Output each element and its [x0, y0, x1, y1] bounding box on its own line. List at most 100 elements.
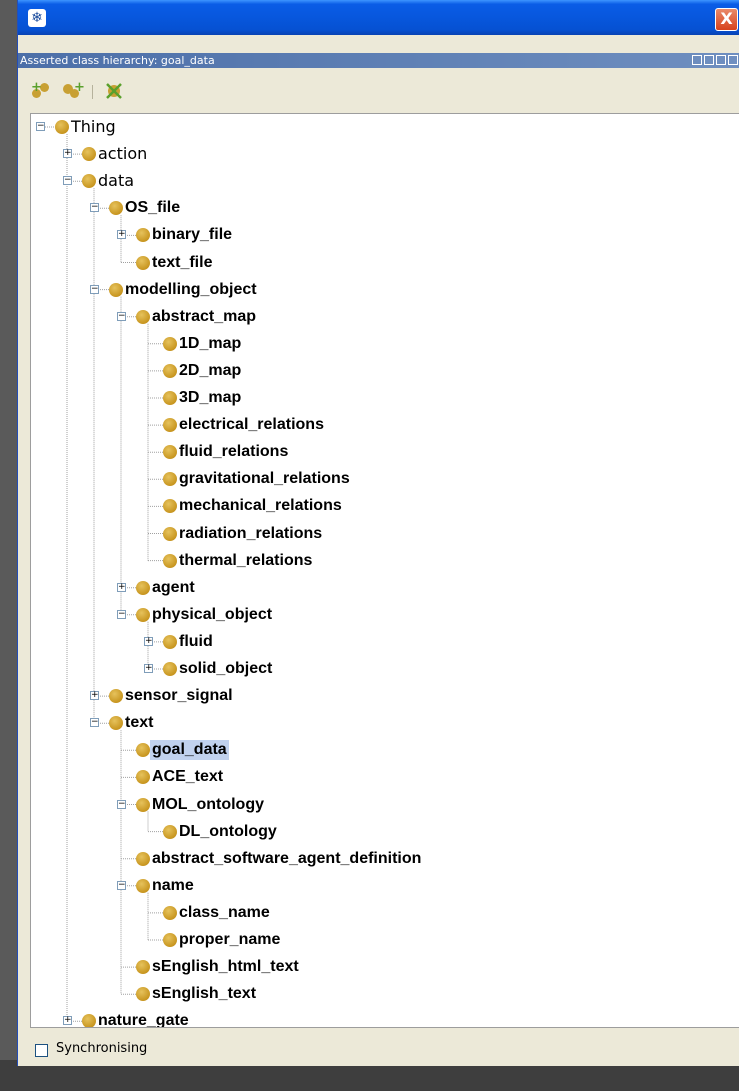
tree-node[interactable]: ACE_text	[31, 766, 731, 790]
tree-node[interactable]: − data	[31, 170, 731, 194]
expand-icon[interactable]: +	[117, 582, 126, 592]
tree-node[interactable]: − modelling_object	[31, 279, 731, 303]
collapse-icon[interactable]: −	[90, 203, 99, 213]
collapse-icon[interactable]: −	[36, 122, 45, 131]
title-bar[interactable]: ❄ X	[18, 0, 739, 35]
tree-node[interactable]: − name	[31, 875, 731, 899]
tree-node[interactable]: sEnglish_html_text	[31, 956, 731, 980]
class-label[interactable]: agent	[150, 578, 197, 598]
tree-node[interactable]: − physical_object	[31, 604, 731, 628]
class-label[interactable]: action	[96, 144, 149, 164]
tree-node[interactable]: + solid_object	[31, 658, 731, 682]
tree-node[interactable]: − Thing	[31, 116, 731, 140]
class-node-icon	[109, 282, 123, 297]
delete-class-button[interactable]	[104, 81, 126, 101]
expand-icon[interactable]: +	[63, 1016, 72, 1026]
tree-node[interactable]: gravitational_relations	[31, 468, 731, 492]
class-label[interactable]: abstract_map	[150, 307, 258, 327]
tree-node[interactable]: DL_ontology	[31, 821, 731, 845]
tree-node[interactable]: proper_name	[31, 929, 731, 953]
class-label[interactable]: data	[96, 171, 136, 191]
tree-node[interactable]: class_name	[31, 902, 731, 926]
tree-node[interactable]: mechanical_relations	[31, 495, 731, 519]
tree-node[interactable]: abstract_software_agent_definition	[31, 848, 731, 872]
collapse-icon[interactable]: −	[63, 176, 72, 186]
class-label[interactable]: electrical_relations	[177, 415, 326, 435]
tree-node[interactable]: radiation_relations	[31, 523, 731, 547]
class-label[interactable]: ACE_text	[150, 767, 225, 787]
expand-icon[interactable]: +	[144, 636, 153, 646]
view-options-button[interactable]	[692, 55, 702, 65]
class-label[interactable]: sEnglish_text	[150, 984, 258, 1004]
synchronising-checkbox[interactable]	[35, 1044, 48, 1057]
expand-icon[interactable]: +	[144, 664, 153, 673]
tree-node[interactable]: + action	[31, 143, 731, 167]
collapse-icon[interactable]: −	[90, 284, 99, 294]
class-label[interactable]: OS_file	[123, 198, 182, 218]
class-label[interactable]: 3D_map	[177, 388, 243, 408]
class-label[interactable]: sensor_signal	[123, 686, 235, 706]
protege-icon[interactable]: ❄	[28, 9, 46, 27]
class-label[interactable]: radiation_relations	[177, 524, 324, 544]
class-label[interactable]: MOL_ontology	[150, 795, 266, 815]
class-label[interactable]: text	[123, 713, 155, 733]
class-label[interactable]: thermal_relations	[177, 551, 314, 571]
tree-node[interactable]: + binary_file	[31, 224, 731, 248]
class-node-icon	[136, 797, 150, 812]
class-label[interactable]: solid_object	[177, 659, 274, 679]
collapse-icon[interactable]: −	[90, 718, 99, 728]
tree-node[interactable]: + sensor_signal	[31, 685, 731, 709]
tree-node[interactable]: fluid_relations	[31, 441, 731, 465]
class-label[interactable]: class_name	[177, 903, 272, 923]
class-label[interactable]: goal_data	[150, 740, 229, 761]
class-label[interactable]: physical_object	[150, 605, 274, 625]
class-node-icon	[163, 553, 177, 568]
class-label[interactable]: proper_name	[177, 930, 282, 950]
class-label[interactable]: binary_file	[150, 225, 234, 245]
class-hierarchy-tree[interactable]: − Thing + action − data − OS_file + binary_filete…	[30, 113, 739, 1028]
class-label[interactable]: 1D_map	[177, 334, 243, 354]
expand-icon[interactable]: +	[63, 149, 72, 159]
class-label[interactable]: DL_ontology	[177, 822, 279, 842]
collapse-icon[interactable]: −	[117, 880, 126, 890]
expand-icon[interactable]: +	[90, 691, 99, 701]
close-view-button[interactable]	[728, 55, 738, 65]
tree-node[interactable]: − abstract_map	[31, 306, 731, 330]
collapse-icon[interactable]: −	[117, 311, 126, 321]
class-label[interactable]: fluid_relations	[177, 442, 290, 462]
tree-node[interactable]: sEnglish_text	[31, 983, 731, 1007]
collapse-icon[interactable]: −	[117, 609, 126, 619]
class-label[interactable]: fluid	[177, 632, 215, 652]
expand-icon[interactable]: +	[117, 230, 126, 240]
class-label[interactable]: nature_gate	[96, 1011, 191, 1027]
tree-node[interactable]: + fluid	[31, 631, 731, 655]
tree-node[interactable]: goal_data	[31, 739, 731, 763]
class-label[interactable]: sEnglish_html_text	[150, 957, 301, 977]
synchronising-label: Synchronising	[56, 1041, 148, 1056]
class-label[interactable]: modelling_object	[123, 280, 259, 300]
tree-node[interactable]: − MOL_ontology	[31, 794, 731, 818]
tree-node[interactable]: 3D_map	[31, 387, 731, 411]
add-sibling-button[interactable]: +	[62, 81, 85, 101]
class-label[interactable]: text_file	[150, 253, 214, 273]
collapse-icon[interactable]: −	[117, 799, 126, 809]
tree-node[interactable]: − OS_file	[31, 197, 731, 221]
tree-node[interactable]: − text	[31, 712, 731, 736]
close-button[interactable]: X	[715, 8, 738, 31]
tree-node[interactable]: 2D_map	[31, 360, 731, 384]
class-label[interactable]: mechanical_relations	[177, 496, 344, 516]
add-subclass-button[interactable]: +	[31, 81, 53, 101]
minimize-view-button[interactable]	[704, 55, 714, 65]
class-label[interactable]: abstract_software_agent_definition	[150, 849, 423, 869]
class-label[interactable]: name	[150, 876, 196, 896]
class-label[interactable]: 2D_map	[177, 361, 243, 381]
tree-node[interactable]: + nature_gate	[31, 1010, 731, 1027]
tree-node[interactable]: electrical_relations	[31, 414, 731, 438]
tree-node[interactable]: thermal_relations	[31, 550, 731, 574]
class-label[interactable]: gravitational_relations	[177, 469, 352, 489]
tree-node[interactable]: text_file	[31, 252, 731, 276]
maximize-view-button[interactable]	[716, 55, 726, 65]
class-label[interactable]: Thing	[69, 117, 118, 137]
tree-node[interactable]: 1D_map	[31, 333, 731, 357]
tree-node[interactable]: + agent	[31, 577, 731, 601]
